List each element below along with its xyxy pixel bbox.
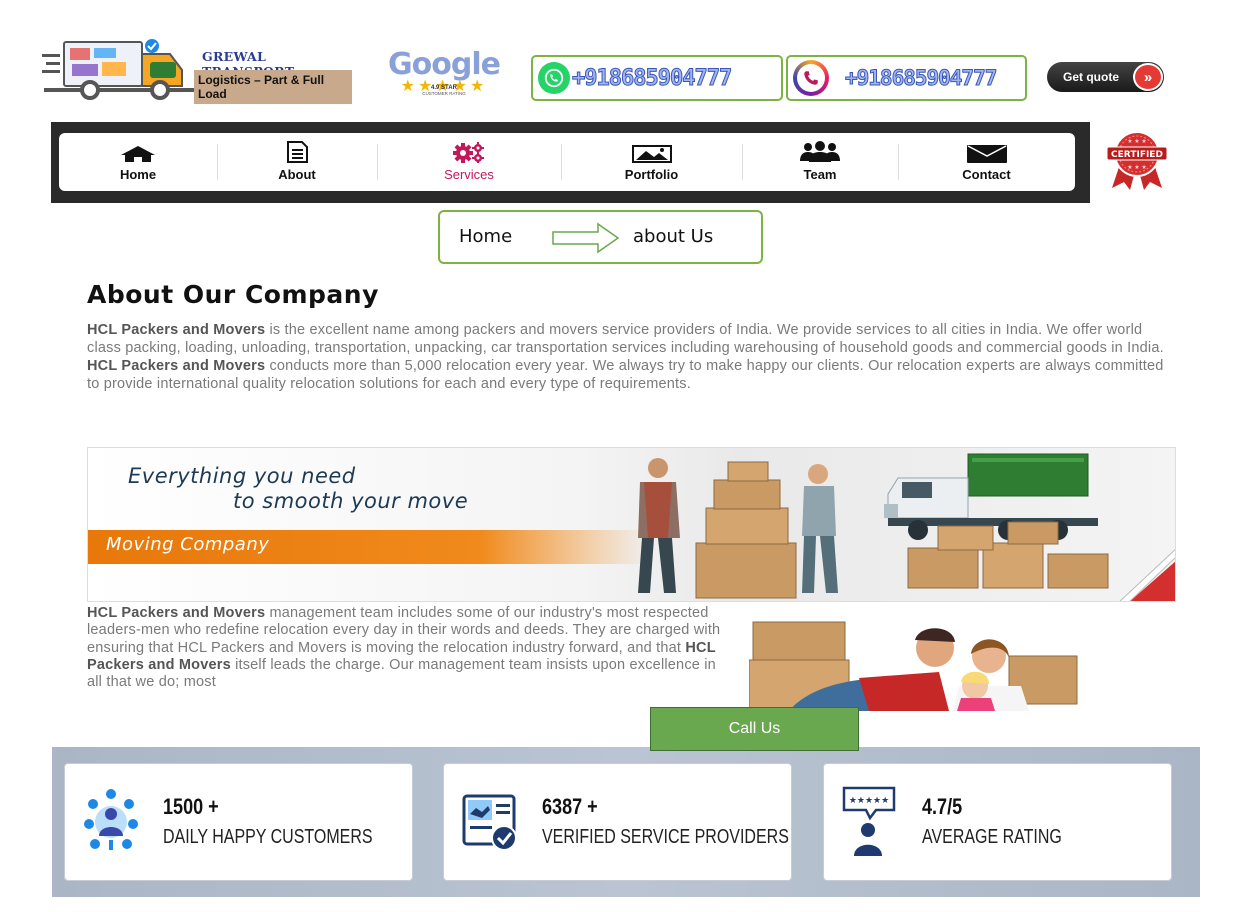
site-logo[interactable]: GREWAL TRANSPORT Logistics – Part & Full… bbox=[42, 38, 352, 104]
envelope-icon bbox=[966, 143, 1007, 163]
certified-badge-label: CERTIFIED bbox=[1111, 150, 1163, 160]
nav-label: Services bbox=[444, 166, 494, 182]
page-title: About Our Company bbox=[87, 280, 379, 309]
document-icon bbox=[283, 140, 311, 163]
nav-label: About bbox=[278, 166, 316, 182]
stat-card-customers: 1500 + DAILY HAPPY CUSTOMERS bbox=[64, 763, 413, 881]
google-rating-badge[interactable]: Google ★★★★★ 4.9 STAR CUSTOMER RATING bbox=[366, 47, 522, 98]
image-icon bbox=[631, 143, 672, 163]
nav-item-portfolio[interactable]: Portfolio bbox=[561, 133, 742, 191]
breadcrumb-home-link[interactable]: Home bbox=[459, 226, 512, 247]
banner-ribbon-label: Moving Company bbox=[106, 534, 270, 555]
about-intro-paragraph: HCL Packers and Movers is the excellent … bbox=[87, 321, 1177, 393]
svg-text:★ ★ ★: ★ ★ ★ bbox=[1127, 138, 1146, 145]
brand-name: HCL Packers and Movers bbox=[87, 605, 266, 621]
breadcrumb-current: about Us bbox=[633, 226, 714, 247]
stat-label: VERIFIED SERVICE PROVIDERS bbox=[542, 826, 789, 848]
happy-family-with-boxes-image bbox=[749, 616, 1105, 711]
whatsapp-number: +918685904777 bbox=[571, 65, 732, 91]
banner-headline-line2: to smooth your move bbox=[233, 489, 469, 513]
call-us-button[interactable]: Call Us bbox=[650, 707, 859, 751]
brand-name: HCL Packers and Movers bbox=[87, 322, 266, 338]
chevron-right-icon: » bbox=[1133, 63, 1163, 91]
main-navigation: Home About Services Portfolio Team Conta… bbox=[51, 122, 1090, 203]
stat-value: 1500 + bbox=[163, 794, 219, 819]
get-quote-button[interactable]: Get quote » bbox=[1047, 62, 1164, 92]
stats-section: 1500 + DAILY HAPPY CUSTOMERS 6387 + VERI… bbox=[52, 747, 1200, 897]
nav-item-home[interactable]: Home bbox=[59, 133, 217, 191]
truck-logo-icon bbox=[42, 39, 194, 100]
rating-stars: ★★★★★ bbox=[849, 796, 889, 806]
phone-number: +918685904777 bbox=[844, 66, 997, 91]
gears-icon bbox=[449, 141, 489, 163]
whatsapp-icon bbox=[538, 62, 570, 94]
nav-item-about[interactable]: About bbox=[217, 133, 377, 191]
banner-headline-line1: Everything you need bbox=[128, 464, 356, 488]
google-rating-subtitle: CUSTOMER RATING bbox=[422, 91, 466, 96]
management-paragraph: HCL Packers and Movers management team i… bbox=[87, 605, 732, 709]
stat-label: AVERAGE RATING bbox=[922, 826, 1062, 848]
movers-with-boxes-and-truck-image bbox=[638, 453, 1175, 601]
stat-label: DAILY HAPPY CUSTOMERS bbox=[163, 826, 373, 848]
stat-card-rating: ★★★★★ 4.7/5 AVERAGE RATING bbox=[823, 763, 1172, 881]
brand-name: HCL Packers and Movers bbox=[87, 358, 266, 374]
rating-icon: ★★★★★ bbox=[842, 786, 896, 856]
logo-tagline: Logistics – Part & Full Load bbox=[194, 70, 352, 104]
moving-company-banner: Everything you need to smooth your move … bbox=[87, 447, 1176, 602]
nav-label: Team bbox=[803, 166, 837, 182]
nav-item-contact[interactable]: Contact bbox=[898, 133, 1075, 191]
nav-label: Contact bbox=[962, 166, 1011, 182]
nav-item-services[interactable]: Services bbox=[377, 133, 561, 191]
verified-handshake-icon bbox=[462, 794, 517, 851]
stat-card-providers: 6387 + VERIFIED SERVICE PROVIDERS bbox=[443, 763, 792, 881]
nav-item-team[interactable]: Team bbox=[742, 133, 898, 191]
users-icon bbox=[798, 140, 842, 163]
stat-value: 4.7/5 bbox=[922, 794, 963, 819]
certified-badge-icon: CERTIFIED ★ ★ ★ ★ ★ ★ bbox=[1106, 131, 1168, 190]
whatsapp-contact[interactable]: +918685904777 bbox=[531, 55, 783, 101]
nav-label: Home bbox=[119, 166, 157, 182]
get-quote-label: Get quote bbox=[1063, 70, 1119, 84]
stat-value: 6387 + bbox=[542, 794, 598, 819]
breadcrumb: Home about Us bbox=[438, 210, 763, 264]
customers-icon bbox=[84, 789, 138, 850]
nav-menu: Home About Services Portfolio Team Conta… bbox=[59, 133, 1075, 191]
home-icon bbox=[120, 143, 156, 163]
phone-contact[interactable]: +918685904777 bbox=[786, 55, 1027, 101]
nav-label: Portfolio bbox=[624, 166, 679, 182]
google-wordmark: Google bbox=[388, 47, 501, 82]
svg-text:★ ★ ★: ★ ★ ★ bbox=[1127, 164, 1146, 171]
arrow-right-icon bbox=[552, 222, 620, 254]
phone-icon bbox=[793, 60, 829, 96]
